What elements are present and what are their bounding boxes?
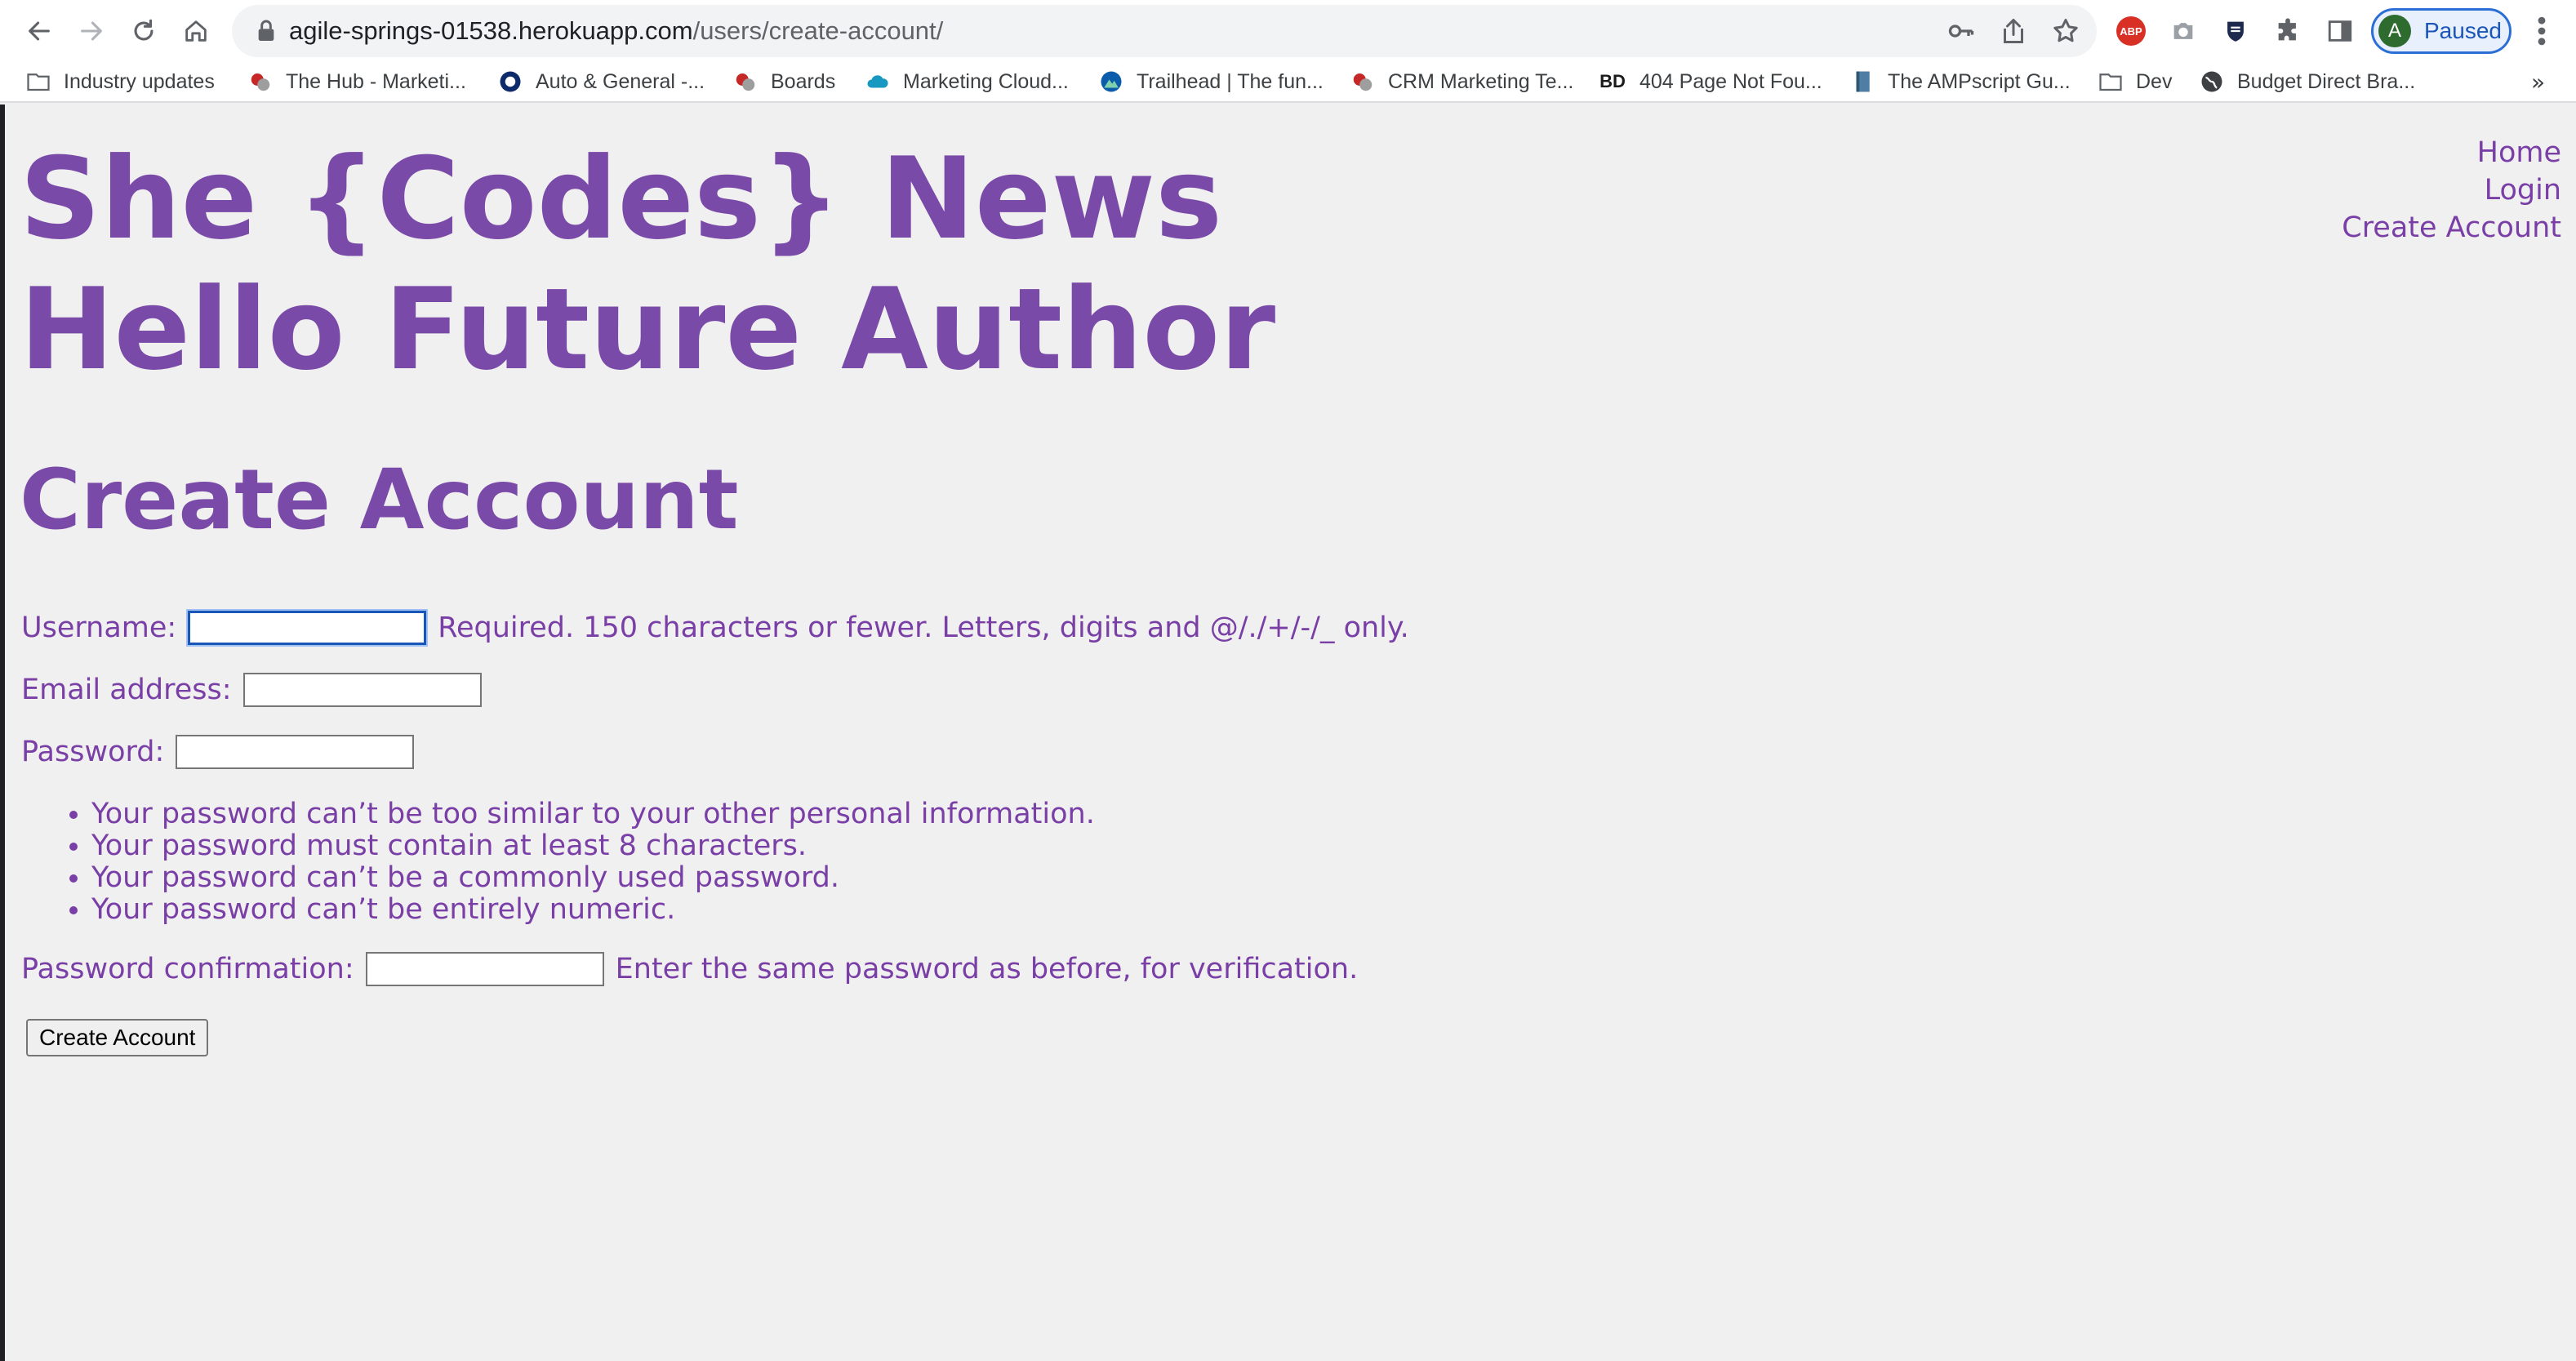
site-nav: Home Login Create Account bbox=[2342, 134, 2561, 247]
password-row: Password: bbox=[21, 732, 425, 772]
bookmark-label: CRM Marketing Te... bbox=[1388, 69, 1574, 93]
site-title: She {Codes} News bbox=[20, 133, 1223, 265]
username-row: Username: Required. 150 characters or fe… bbox=[21, 607, 1409, 648]
book-icon bbox=[1850, 69, 1875, 94]
username-label: Username: bbox=[21, 612, 177, 644]
url-host: agile-springs-01538.herokuapp.com bbox=[289, 16, 693, 45]
password-confirmation-label: Password confirmation: bbox=[21, 953, 354, 985]
password-confirmation-input[interactable] bbox=[365, 952, 604, 986]
screenshot-extension[interactable] bbox=[2167, 15, 2200, 47]
bookmark-auto-general[interactable]: Auto & General -... bbox=[498, 62, 705, 101]
nav-create-account-link[interactable]: Create Account bbox=[2342, 209, 2561, 247]
star-icon[interactable] bbox=[2051, 16, 2080, 46]
page-content: She {Codes} News Hello Future Author Hom… bbox=[0, 105, 2576, 1361]
camera-icon bbox=[2173, 23, 2193, 39]
nav-login-link[interactable]: Login bbox=[2342, 171, 2561, 209]
globe-icon bbox=[2200, 69, 2224, 94]
bookmarks-bar: Industry updates The Hub - Marketi... Au… bbox=[0, 62, 2576, 103]
home-icon bbox=[185, 20, 207, 42]
side-panel-button[interactable] bbox=[2324, 15, 2356, 47]
nav-home-link[interactable]: Home bbox=[2342, 134, 2561, 171]
bookmark-industry-updates[interactable]: Industry updates bbox=[26, 62, 215, 101]
bookmark-label: The AMPscript Gu... bbox=[1888, 69, 2071, 93]
password-confirmation-row: Password confirmation: Enter the same pa… bbox=[21, 949, 1358, 990]
bookmark-budget-direct[interactable]: Budget Direct Bra... bbox=[2200, 62, 2415, 101]
helmet-icon bbox=[2227, 21, 2244, 42]
cloud-icon bbox=[865, 69, 890, 94]
circle-logo-icon bbox=[498, 69, 523, 94]
avatar: A bbox=[2378, 15, 2411, 47]
bookmarks-overflow-icon[interactable]: » bbox=[2531, 69, 2545, 96]
bookmark-boards[interactable]: Boards bbox=[733, 62, 835, 101]
folder-icon bbox=[2098, 69, 2123, 94]
password-rule: Your password can’t be too similar to yo… bbox=[91, 798, 1095, 830]
folder-icon bbox=[26, 69, 51, 94]
bd-text: BD bbox=[1599, 71, 1626, 91]
bookmark-label: Marketing Cloud... bbox=[903, 69, 1069, 93]
reload-button[interactable] bbox=[124, 11, 163, 51]
greeting-heading: Hello Future Author bbox=[20, 264, 1276, 395]
forward-arrow-icon bbox=[81, 21, 102, 41]
bookmark-marketing-cloud[interactable]: Marketing Cloud... bbox=[865, 62, 1069, 101]
kebab-menu-icon[interactable] bbox=[2531, 13, 2552, 49]
adblock-extension[interactable]: ABP bbox=[2115, 15, 2147, 47]
email-label: Email address: bbox=[21, 674, 232, 706]
home-button[interactable] bbox=[176, 11, 216, 51]
bookmark-label: 404 Page Not Fou... bbox=[1639, 69, 1822, 93]
bookmark-trailhead[interactable]: Trailhead | The fun... bbox=[1099, 62, 1324, 101]
password-label: Password: bbox=[21, 736, 165, 768]
profile-status: Paused bbox=[2424, 18, 2502, 43]
back-arrow-icon bbox=[29, 21, 50, 41]
key-icon[interactable] bbox=[1946, 16, 1976, 46]
address-bar[interactable]: agile-springs-01538.herokuapp.com/users/… bbox=[232, 5, 2097, 57]
bookmark-label: The Hub - Marketi... bbox=[286, 69, 466, 93]
adblock-icon: ABP bbox=[2116, 16, 2146, 46]
forward-button[interactable] bbox=[72, 11, 111, 51]
helmet-extension[interactable] bbox=[2219, 15, 2252, 47]
share-icon[interactable] bbox=[1999, 16, 2028, 46]
extensions-button[interactable] bbox=[2271, 15, 2304, 47]
password-rule: Your password must contain at least 8 ch… bbox=[91, 830, 1095, 862]
bookmark-label: Dev bbox=[2136, 69, 2173, 93]
password-rule: Your password can’t be a commonly used p… bbox=[91, 862, 1095, 894]
bookmark-label: Boards bbox=[771, 69, 836, 93]
bookmark-label: Auto & General -... bbox=[536, 69, 705, 93]
back-button[interactable] bbox=[20, 11, 59, 51]
bookmark-crm-marketing[interactable]: CRM Marketing Te... bbox=[1350, 62, 1573, 101]
page-title: Create Account bbox=[20, 451, 739, 549]
url-text: agile-springs-01538.herokuapp.com/users/… bbox=[289, 5, 943, 57]
puzzle-icon bbox=[2278, 18, 2296, 41]
email-row: Email address: bbox=[21, 669, 493, 710]
profile-button[interactable]: A Paused bbox=[2371, 8, 2511, 54]
bookmark-label: Budget Direct Bra... bbox=[2237, 69, 2416, 93]
bookmark-ampscript-guide[interactable]: The AMPscript Gu... bbox=[1850, 62, 2071, 101]
email-input[interactable] bbox=[242, 673, 482, 707]
browser-toolbar: agile-springs-01538.herokuapp.com/users/… bbox=[0, 0, 2576, 62]
username-input[interactable] bbox=[186, 609, 429, 647]
url-path: /users/create-account/ bbox=[692, 16, 944, 45]
lock-icon bbox=[258, 20, 274, 41]
side-panel-icon bbox=[2328, 20, 2352, 42]
bookmark-label: Trailhead | The fun... bbox=[1137, 69, 1324, 93]
trailhead-icon bbox=[1099, 69, 1123, 94]
site-favicon-icon bbox=[733, 69, 758, 94]
site-favicon-icon bbox=[248, 69, 273, 94]
password-confirmation-help: Enter the same password as before, for v… bbox=[615, 953, 1359, 985]
password-rules-list: Your password can’t be too similar to yo… bbox=[21, 798, 1095, 926]
site-favicon-icon bbox=[1350, 69, 1375, 94]
password-rule: Your password can’t be entirely numeric. bbox=[91, 894, 1095, 926]
bookmark-label: Industry updates bbox=[64, 69, 215, 93]
bookmark-the-hub[interactable]: The Hub - Marketi... bbox=[248, 62, 466, 101]
bookmark-404-page[interactable]: BD 404 Page Not Fou... bbox=[1599, 62, 1822, 101]
reload-icon bbox=[134, 19, 153, 41]
username-help: Required. 150 characters or fewer. Lette… bbox=[438, 612, 1409, 644]
create-account-button[interactable]: Create Account bbox=[26, 1019, 209, 1056]
password-input[interactable] bbox=[176, 735, 415, 769]
bookmark-dev[interactable]: Dev bbox=[2098, 62, 2172, 101]
bd-icon: BD bbox=[1599, 69, 1626, 94]
